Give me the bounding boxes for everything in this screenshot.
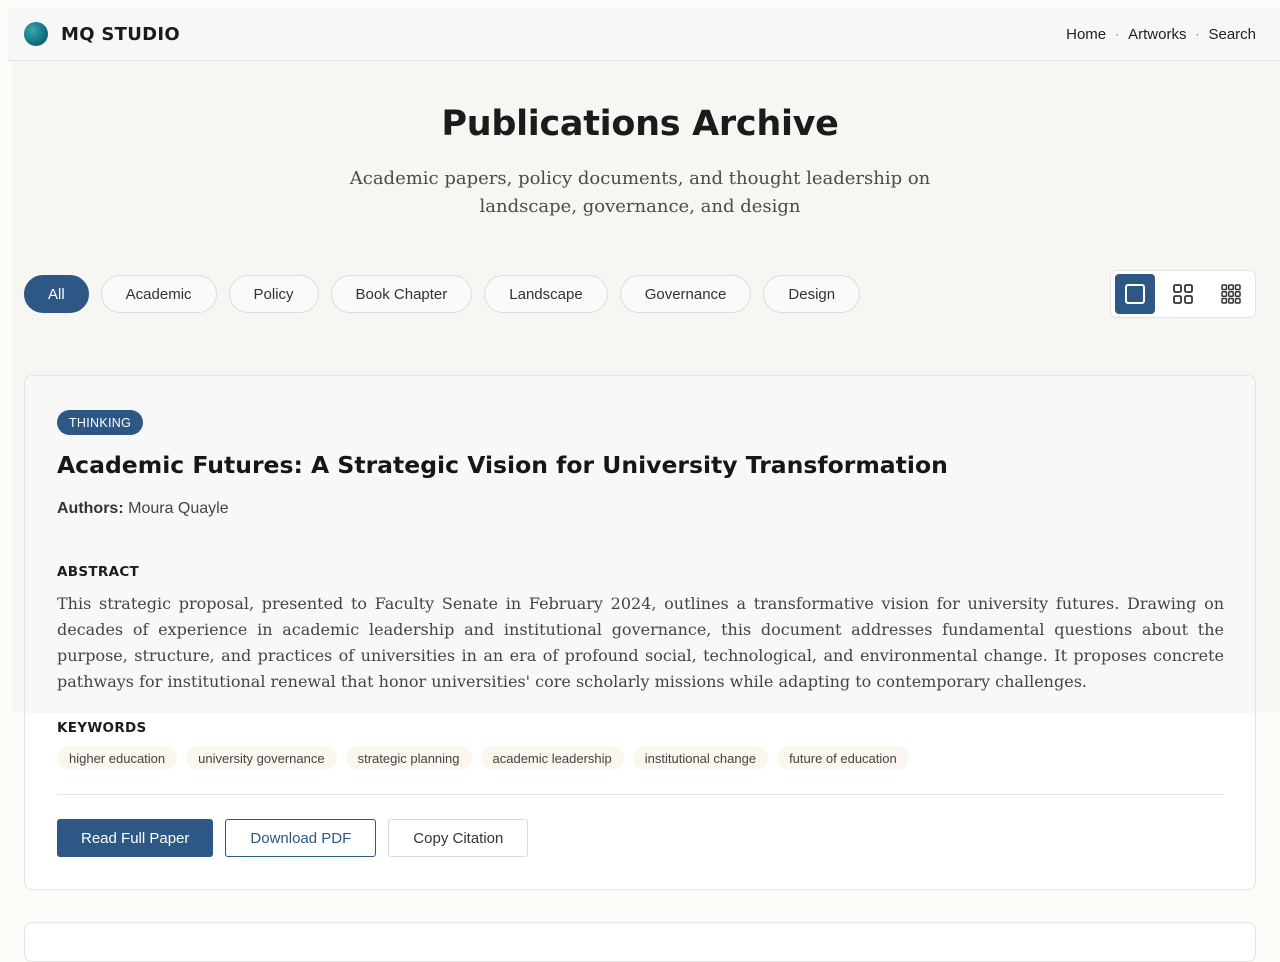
keyword-tag[interactable]: university governance [186,746,337,770]
divider [57,794,1224,795]
logo-icon [24,22,48,46]
view-single-column-button[interactable] [1115,274,1155,314]
keywords-heading: KEYWORDS [57,720,147,736]
filter-academic[interactable]: Academic [100,275,217,313]
nav-artworks-link[interactable]: Artworks [1128,26,1186,43]
read-full-paper-button[interactable]: Read Full Paper [57,819,214,857]
grid-2x2-icon [1173,284,1193,304]
download-pdf-button[interactable]: Download PDF [225,819,377,857]
view-two-column-button[interactable] [1163,274,1203,314]
view-toggle [1110,270,1256,318]
publication-title[interactable]: Academic Futures: A Strategic Vision for… [57,451,1227,479]
filter-all[interactable]: All [24,275,89,313]
page-subtitle: Academic papers, policy documents, and t… [349,168,931,217]
filter-policy[interactable]: Policy [228,275,319,313]
publication-card-next [24,922,1256,962]
keyword-tag[interactable]: institutional change [632,746,769,770]
authors-label: Authors: [57,500,124,517]
card-actions: Read Full Paper Download PDF Copy Citati… [57,819,529,857]
nav-separator: · [1195,27,1200,41]
keyword-tag[interactable]: higher education [57,746,178,770]
keyword-list: higher education university governance s… [57,746,909,770]
brand[interactable]: MQ STUDIO [24,22,180,46]
nav-search-link[interactable]: Search [1208,26,1256,43]
filter-landscape[interactable]: Landscape [484,275,608,313]
category-badge: THINKING [57,410,144,435]
authors: Authors: Moura Quayle [57,500,229,518]
top-navigation-bar: MQ STUDIO Home · Artworks · Search [8,8,1280,61]
authors-value: Moura Quayle [128,500,229,517]
main-nav: Home · Artworks · Search [1066,26,1256,43]
view-three-column-button[interactable] [1211,274,1251,314]
publication-card: THINKING Academic Futures: A Strategic V… [24,375,1256,890]
nav-separator: · [1115,27,1120,41]
abstract-heading: ABSTRACT [57,564,140,580]
filter-design[interactable]: Design [763,275,861,313]
filter-governance[interactable]: Governance [619,275,752,313]
brand-name: MQ STUDIO [61,23,180,45]
page-title: Publications Archive [441,104,839,144]
grid-3x3-icon [1221,284,1241,304]
single-column-icon [1125,284,1145,304]
nav-home-link[interactable]: Home [1066,26,1106,43]
keyword-tag[interactable]: academic leadership [480,746,624,770]
keyword-tag[interactable]: strategic planning [345,746,472,770]
copy-citation-button[interactable]: Copy Citation [388,819,529,857]
keyword-tag[interactable]: future of education [777,746,909,770]
category-filters: All Academic Policy Book Chapter Landsca… [24,275,861,313]
abstract-text: This strategic proposal, presented to Fa… [57,594,1224,691]
filter-book-chapter[interactable]: Book Chapter [330,275,473,313]
